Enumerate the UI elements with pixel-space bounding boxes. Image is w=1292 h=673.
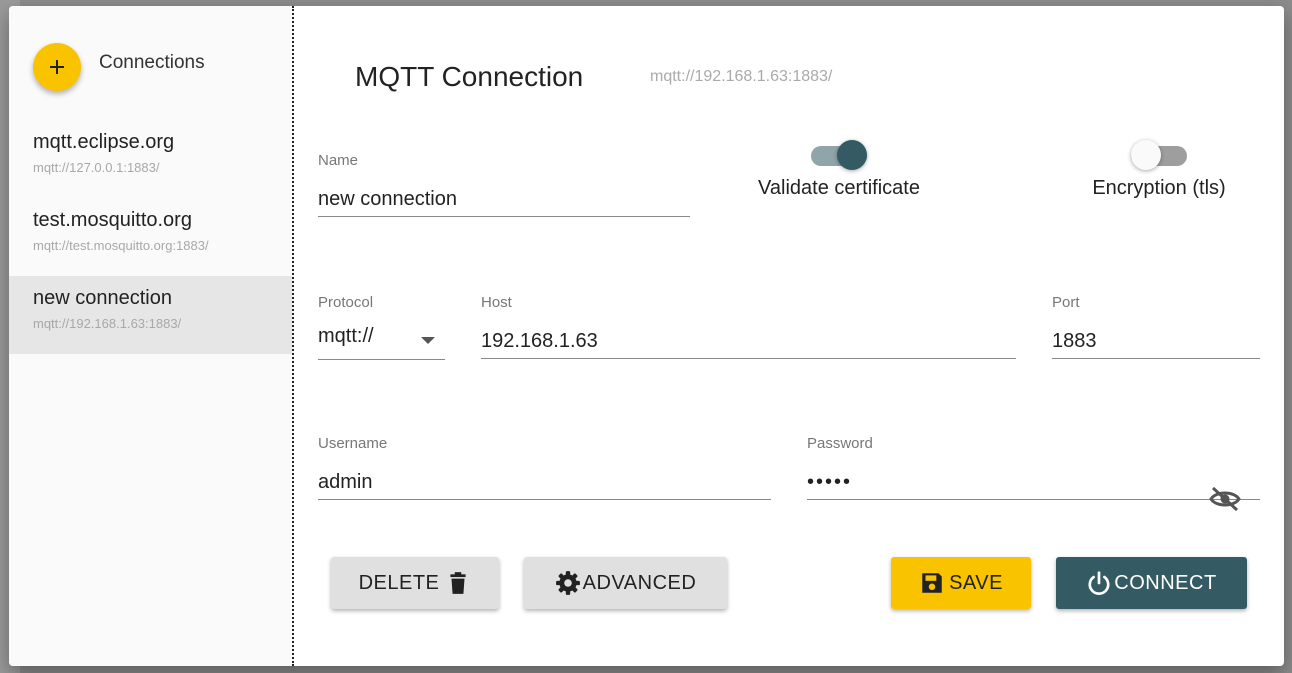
page-title: MQTT Connection [355, 61, 584, 92]
password-label: Password [807, 435, 873, 452]
connection-dialog: Connections mqtt.eclipse.org mqtt://127.… [9, 6, 1284, 666]
protocol-field-group: Protocol mqtt:// [318, 294, 445, 360]
protocol-select[interactable]: mqtt:// [318, 325, 445, 360]
toggle-thumb [1131, 140, 1161, 170]
plus-icon [50, 60, 64, 74]
connections-sidebar: Connections mqtt.eclipse.org mqtt://127.… [9, 6, 294, 666]
host-field-group: Host [481, 294, 1016, 359]
delete-label: DELETE [358, 571, 440, 594]
connection-url-preview: mqtt://192.168.1.63:1883/ [650, 68, 833, 85]
connection-name: new connection [33, 287, 172, 309]
validate-certificate-toggle[interactable] [811, 136, 867, 170]
gear-icon [555, 571, 580, 595]
password-field-group: Password [807, 435, 1260, 512]
advanced-button[interactable]: ADVANCED [524, 557, 727, 609]
validate-certificate-label: Validate certificate [758, 177, 920, 199]
save-button[interactable]: SAVE [891, 557, 1031, 609]
save-label: SAVE [949, 571, 1003, 594]
toggle-thumb [837, 140, 867, 170]
validate-certificate-group: Validate certificate [734, 136, 944, 200]
host-input[interactable] [481, 325, 1016, 359]
connection-item-new-connection[interactable]: new connection mqtt://192.168.1.63:1883/ [9, 276, 292, 354]
connection-name: test.mosquitto.org [33, 209, 192, 231]
sidebar-title: Connections [99, 52, 205, 73]
connection-url: mqtt://192.168.1.63:1883/ [33, 316, 182, 331]
delete-button[interactable]: DELETE [331, 557, 499, 609]
connection-form: MQTT Connection mqtt://192.168.1.63:1883… [294, 6, 1284, 666]
encryption-group: Encryption (tls) [1054, 136, 1264, 200]
connection-name: mqtt.eclipse.org [33, 131, 175, 153]
host-label: Host [481, 294, 512, 311]
advanced-label: ADVANCED [582, 571, 697, 594]
password-input[interactable] [807, 466, 1260, 500]
connection-list: mqtt.eclipse.org mqtt://127.0.0.1:1883/ … [9, 120, 292, 354]
connect-label: CONNECT [1114, 571, 1217, 594]
username-field-group: Username [318, 435, 771, 500]
encryption-label: Encryption (tls) [1092, 177, 1226, 199]
connection-url: mqtt://test.mosquitto.org:1883/ [33, 238, 209, 253]
chevron-down-icon [421, 337, 435, 344]
name-field-group: Name [318, 152, 690, 217]
eye-off-icon[interactable] [1208, 485, 1242, 513]
name-label: Name [318, 152, 359, 169]
save-icon [922, 573, 942, 593]
port-input[interactable] [1052, 325, 1260, 359]
add-connection-button[interactable] [33, 43, 81, 91]
encryption-toggle[interactable] [1131, 136, 1187, 170]
power-icon [1088, 571, 1110, 595]
port-label: Port [1052, 294, 1080, 311]
connection-item-mqtt-eclipse[interactable]: mqtt.eclipse.org mqtt://127.0.0.1:1883/ [9, 120, 292, 198]
trash-icon [450, 572, 466, 594]
name-input[interactable] [318, 183, 690, 217]
protocol-value: mqtt:// [318, 325, 374, 347]
connection-item-test-mosquitto[interactable]: test.mosquitto.org mqtt://test.mosquitto… [9, 198, 292, 276]
username-input[interactable] [318, 466, 771, 500]
connection-url: mqtt://127.0.0.1:1883/ [33, 160, 160, 175]
port-field-group: Port [1052, 294, 1260, 359]
protocol-label: Protocol [318, 294, 374, 311]
connect-button[interactable]: CONNECT [1056, 557, 1247, 609]
username-label: Username [318, 435, 388, 452]
